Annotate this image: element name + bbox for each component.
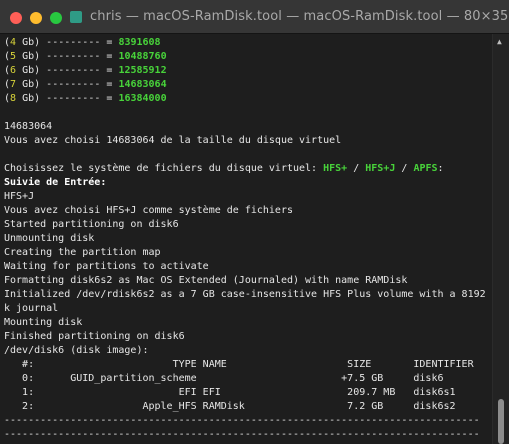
log-line: Initialized /dev/rdisk6s2 as a 7 GB case…: [4, 289, 486, 300]
user-input-size: 14683064: [4, 121, 53, 132]
size-number: 8: [10, 93, 17, 104]
log-line: Mounting disk: [4, 317, 83, 328]
scroll-thumb[interactable]: [498, 399, 504, 444]
table-row: 2: Apple_HFS RAMDisk 7.2 GB disk6s2: [4, 401, 456, 412]
terminal-window: chris — macOS-RamDisk.tool — macOS-RamDi…: [0, 0, 509, 444]
log-line: Unmounting disk: [4, 233, 95, 244]
separator-line: ----------------------------------------…: [4, 415, 480, 426]
log-line: k journal: [4, 303, 59, 314]
log-line: Waiting for partitions to activate: [4, 261, 209, 272]
size-value: 16384000: [118, 93, 167, 104]
size-number: 6: [10, 65, 17, 76]
size-option: (5 Gb) --------- = 10488760: [4, 51, 167, 62]
size-unit: Gb: [22, 37, 35, 48]
log-line: Creating the partition map: [4, 247, 161, 258]
table-row: 0: GUID_partition_scheme +7.5 GB disk6: [4, 373, 444, 384]
log-line: Formatting disk6s2 as Mac OS Extended (J…: [4, 275, 408, 286]
size-unit: Gb: [22, 65, 35, 76]
chosen-size-message: Vous avez choisi 14683064 de la taille d…: [4, 135, 342, 146]
terminal-output[interactable]: (4 Gb) --------- = 8391608 (5 Gb) ------…: [0, 34, 492, 444]
size-unit: Gb: [22, 79, 35, 90]
size-number: 7: [10, 79, 17, 90]
separator-line: ----------------------------------------…: [4, 429, 480, 440]
size-value: 12585912: [118, 65, 167, 76]
table-header: #: TYPE NAME SIZE IDENTIFIER: [4, 359, 474, 370]
log-line: /dev/disk6 (disk image):: [4, 345, 149, 356]
size-unit: Gb: [22, 51, 35, 62]
close-button[interactable]: [10, 12, 22, 24]
size-value: 8391608: [118, 37, 161, 48]
size-number: 4: [10, 37, 17, 48]
fs-option: HFS+J: [365, 163, 396, 174]
log-line: Finished partitioning on disk6: [4, 331, 185, 342]
log-line: Started partitioning on disk6: [4, 219, 179, 230]
size-value: 10488760: [118, 51, 167, 62]
log-line: Vous avez choisi HFS+J comme système de …: [4, 205, 293, 216]
fs-option: APFS: [413, 163, 438, 174]
input-heading: Suivie de Entrée:: [4, 177, 107, 188]
scroll-up-icon[interactable]: ▲: [497, 38, 505, 46]
size-option: (7 Gb) --------- = 14683064: [4, 79, 167, 90]
fs-option: HFS+: [323, 163, 348, 174]
zoom-button[interactable]: [50, 12, 62, 24]
user-input-fs: HFS+J: [4, 191, 35, 202]
size-option: (8 Gb) --------- = 16384000: [4, 93, 167, 104]
vertical-scrollbar[interactable]: ▲: [492, 34, 509, 444]
fs-prompt-text: Choisissez le système de fichiers du dis…: [4, 163, 318, 174]
fs-prompt: Choisissez le système de fichiers du dis…: [4, 163, 444, 174]
size-unit: Gb: [22, 93, 35, 104]
title-bar[interactable]: chris — macOS-RamDisk.tool — macOS-RamDi…: [0, 0, 509, 34]
size-option: (6 Gb) --------- = 12585912: [4, 65, 167, 76]
size-option: (4 Gb) --------- = 8391608: [4, 37, 161, 48]
window-title: chris — macOS-RamDisk.tool — macOS-RamDi…: [90, 9, 509, 24]
table-row: 1: EFI EFI 209.7 MB disk6s1: [4, 387, 456, 398]
size-number: 5: [10, 51, 17, 62]
home-folder-icon: [70, 11, 82, 23]
size-value: 14683064: [118, 79, 167, 90]
minimize-button[interactable]: [30, 12, 42, 24]
